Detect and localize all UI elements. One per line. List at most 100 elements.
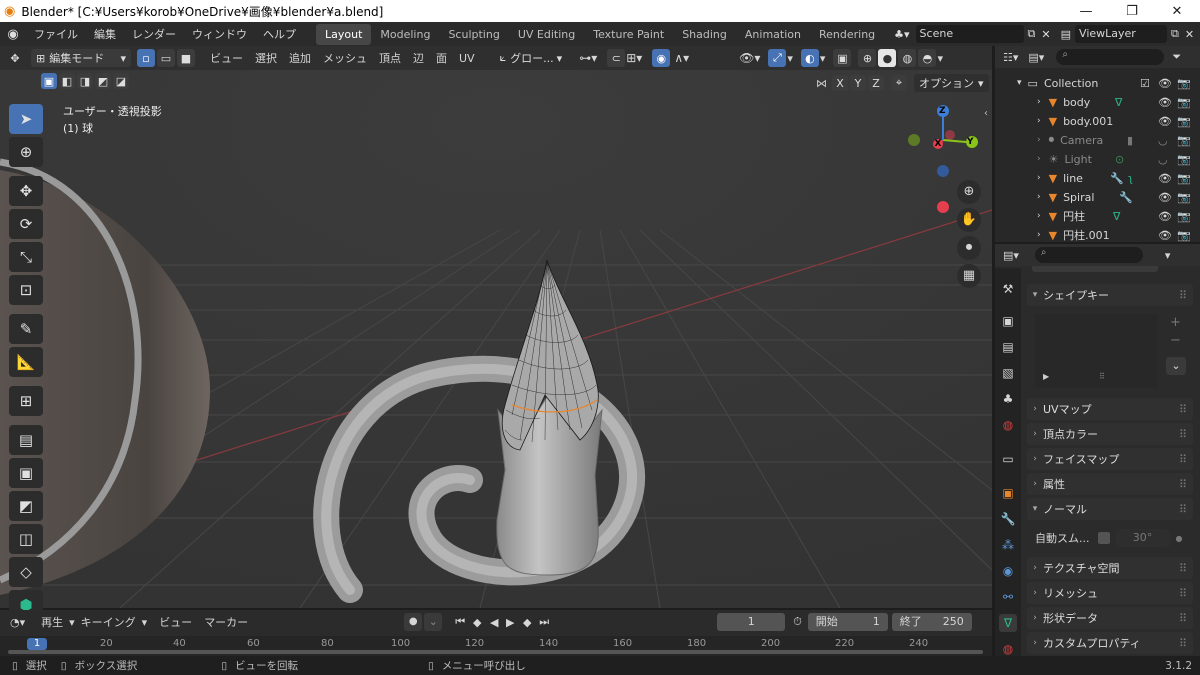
zoom-view-button[interactable]: ⊕	[957, 180, 981, 204]
viewlayer-name-field[interactable]: ViewLayer	[1075, 25, 1168, 43]
overlay-chevron-icon[interactable]: ▾	[820, 52, 826, 65]
gizmo-neg-z-dot[interactable]	[937, 165, 949, 177]
shading-rendered-icon[interactable]: ◓	[918, 49, 937, 67]
keyframe-dot-icon[interactable]: ●	[1176, 534, 1183, 543]
drag-grip-icon[interactable]: ⠿	[1179, 637, 1187, 650]
menu-playback[interactable]: 再生	[35, 614, 69, 630]
tab-sculpting[interactable]: Sculpting	[439, 24, 508, 45]
auto-merge-icon[interactable]: ⌖	[891, 75, 907, 91]
render-tab-icon[interactable]: ▣	[999, 312, 1017, 330]
menu-window[interactable]: ウィンドウ	[184, 26, 255, 42]
camera-render-icon[interactable]: 📷	[1177, 191, 1191, 204]
overlay-toggle-icon[interactable]: ◐	[800, 49, 819, 67]
camera-render-icon[interactable]: 📷	[1177, 115, 1191, 128]
minimize-button[interactable]: —	[1063, 0, 1109, 22]
shape-keys-panel-header[interactable]: ▾ シェイプキー ⠿	[1027, 284, 1193, 306]
axis-x-toggle[interactable]: X	[832, 75, 848, 91]
vertex-colors-panel-header[interactable]: › 頂点カラー ⠿	[1027, 423, 1193, 445]
mesh-data-tab-icon[interactable]: ∇	[999, 614, 1017, 632]
tab-texture-paint[interactable]: Texture Paint	[584, 24, 673, 45]
camera-view-button[interactable]: ⏺	[957, 236, 981, 260]
outliner-collection-row[interactable]: ▾ ▭ Collection ☑ 👁 📷	[995, 74, 1200, 92]
drag-grip-icon[interactable]: ⠿	[1179, 478, 1187, 491]
output-tab-icon[interactable]: ▤	[999, 338, 1017, 356]
pan-view-button[interactable]: ✋	[957, 208, 981, 232]
visibility-icon[interactable]: 👁▾	[739, 51, 760, 65]
transform-tool[interactable]: ⊡	[9, 275, 43, 305]
timeline-scrollbar[interactable]	[8, 650, 983, 654]
menu-uv[interactable]: UV	[453, 52, 481, 65]
camera-render-icon[interactable]: 📷	[1177, 172, 1191, 185]
auto-keying-button[interactable]: ●	[404, 613, 423, 631]
outliner-item-row[interactable]: › ▼ body ∇ 👁 📷	[995, 93, 1200, 111]
loop-cut-tool[interactable]: ◫	[9, 524, 43, 554]
stopwatch-icon[interactable]: ⏱	[793, 615, 802, 629]
collection-tab-icon[interactable]: ▭	[999, 450, 1017, 468]
camera-render-icon[interactable]: 📷	[1177, 134, 1191, 147]
menu-keying[interactable]: キーイング	[75, 614, 142, 630]
eye-icon[interactable]: 👁	[1158, 115, 1172, 128]
properties-editor-icon[interactable]: ▤▾	[1003, 249, 1019, 262]
gizmo-neg-y-dot[interactable]	[908, 134, 920, 146]
select-invert-icon[interactable]: ◩	[95, 73, 111, 89]
scene-copy-icon[interactable]: ⧉	[1028, 27, 1036, 41]
drag-grip-icon[interactable]: ⠿	[1179, 503, 1187, 516]
menu-file[interactable]: ファイル	[26, 26, 86, 42]
view-layer-tab-icon[interactable]: ▧	[999, 364, 1017, 382]
play-reverse-button[interactable]: ◀	[486, 616, 502, 629]
select-subtract-icon[interactable]: ◨	[77, 73, 93, 89]
uv-maps-panel-header[interactable]: › UVマップ ⠿	[1027, 398, 1193, 420]
remesh-panel-header[interactable]: › リメッシュ ⠿	[1027, 582, 1193, 604]
eye-closed-icon[interactable]: ◡	[1158, 134, 1168, 147]
texture-space-panel-header[interactable]: › テクスチャ空間 ⠿	[1027, 557, 1193, 579]
eye-icon[interactable]: 👁	[1158, 229, 1172, 242]
display-mode-icon[interactable]: ▤▾	[1028, 51, 1044, 64]
measure-tool[interactable]: 📐	[9, 347, 43, 377]
shading-chevron-icon[interactable]: ▾	[937, 52, 943, 65]
menu-timeline-view[interactable]: ビュー	[153, 614, 198, 630]
timeline-ruler[interactable]: 1 20 40 60 80 100 120 140 160 180 200 22…	[0, 636, 992, 656]
attributes-panel-header[interactable]: › 属性 ⠿	[1027, 473, 1193, 495]
cursor-tool[interactable]: ⊕	[9, 137, 43, 167]
gizmo-chevron-icon[interactable]: ▾	[787, 52, 793, 65]
menu-help[interactable]: ヘルプ	[255, 26, 304, 42]
frame-end-field[interactable]: 終了 250	[891, 613, 972, 631]
add-cube-tool[interactable]: ⊞	[9, 386, 43, 416]
snap-target-icon[interactable]: ⊞▾	[626, 51, 642, 65]
drag-grip-icon[interactable]: ⠿	[1179, 562, 1187, 575]
perspective-toggle-button[interactable]: ▦	[957, 264, 981, 288]
select-intersect-icon[interactable]: ◪	[113, 73, 129, 89]
pivot-point-icon[interactable]: ⊶▾	[579, 51, 597, 65]
mode-selector[interactable]: ⊞ 編集モード ▾	[31, 49, 131, 67]
shading-solid-icon[interactable]: ●	[878, 49, 897, 67]
menu-select[interactable]: 選択	[249, 50, 283, 66]
menu-face[interactable]: 面	[430, 50, 453, 66]
move-tool[interactable]: ✥	[9, 176, 43, 206]
tab-modeling[interactable]: Modeling	[371, 24, 439, 45]
geometry-data-panel-header[interactable]: › 形状データ ⠿	[1027, 607, 1193, 629]
eye-icon[interactable]: 👁	[1158, 191, 1172, 204]
camera-render-icon[interactable]: 📷	[1177, 210, 1191, 223]
viewlayer-close-icon[interactable]: ✕	[1185, 28, 1194, 41]
gizmo-x-dot[interactable]	[937, 201, 949, 213]
frame-start-field[interactable]: 開始 1	[807, 613, 888, 631]
vertex-select-icon[interactable]: ▫	[137, 49, 155, 67]
modifier-tab-icon[interactable]: 🔧	[999, 510, 1017, 528]
eye-icon[interactable]: 👁	[1158, 77, 1172, 90]
shading-wireframe-icon[interactable]: ⊕	[858, 49, 877, 67]
select-new-icon[interactable]: ▣	[41, 73, 57, 89]
transform-orientation-selector[interactable]: ⟀ グロー... ▾	[494, 49, 568, 67]
menu-mesh[interactable]: メッシュ	[317, 50, 373, 66]
auto-smooth-angle-field[interactable]: 30°	[1115, 529, 1170, 547]
constraint-tab-icon[interactable]: ⚯	[999, 588, 1017, 606]
sidebar-toggle-icon[interactable]: ‹	[984, 108, 988, 119]
next-keyframe-button[interactable]: ◆	[518, 616, 536, 629]
snap-icon[interactable]: ⊂	[607, 49, 626, 67]
drag-grip-icon[interactable]: ⠿	[1179, 403, 1187, 416]
extrude-tool[interactable]: ▤	[9, 425, 43, 455]
drag-grip-icon[interactable]: ⠿	[1179, 453, 1187, 466]
bevel-tool[interactable]: ◩	[9, 491, 43, 521]
tool-tab-icon[interactable]: ⚒	[999, 280, 1017, 298]
add-shape-key-button[interactable]: +	[1170, 315, 1181, 330]
normals-panel-header[interactable]: ▾ ノーマル ⠿	[1027, 498, 1193, 520]
